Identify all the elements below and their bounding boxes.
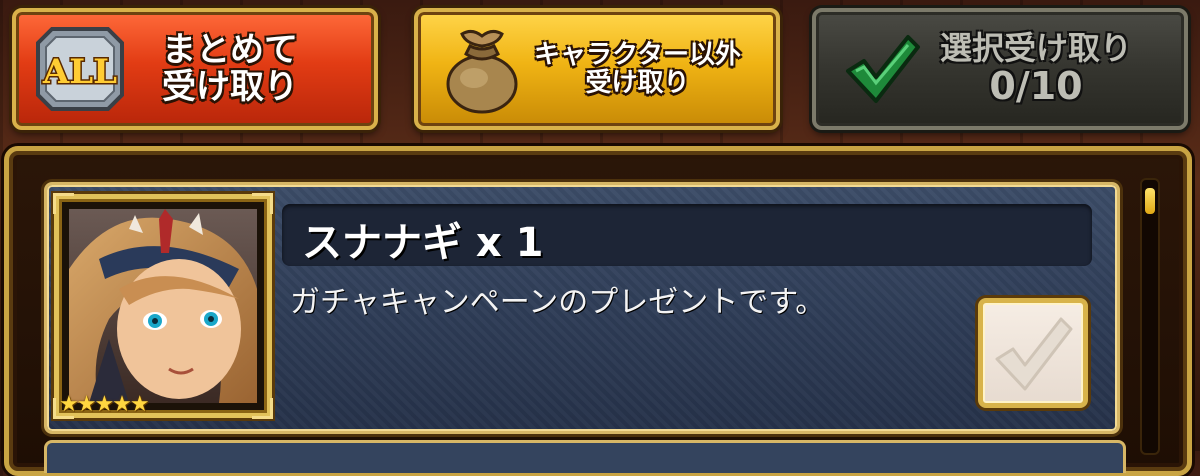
collect-all-button[interactable]: ALL まとめて 受け取り: [12, 8, 378, 130]
collect-selected-button[interactable]: 選択受け取り 0/10: [812, 8, 1188, 130]
collect-non-character-label-line1: キャラクター以外: [534, 39, 741, 70]
character-portrait-image: [69, 209, 257, 403]
rarity-stars: ★★★★★: [59, 392, 150, 417]
present-list-scrollbar[interactable]: [1140, 178, 1160, 455]
checkmark-icon: [842, 31, 922, 107]
money-bag-icon: [440, 24, 524, 114]
selected-count: 0/10: [989, 63, 1083, 108]
character-portrait: ★★★★★: [53, 193, 273, 419]
frame-corner-ornament: [252, 193, 273, 214]
frame-corner-ornament: [252, 398, 273, 419]
next-present-item-card[interactable]: [44, 440, 1126, 473]
frame-corner-ornament: [53, 193, 74, 214]
item-description: ガチャキャンペーンのプレゼントです。: [290, 285, 826, 320]
item-name: スナナギ x 1: [302, 220, 544, 266]
item-select-checkbox[interactable]: [978, 298, 1088, 408]
collect-non-character-button[interactable]: キャラクター以外 受け取り: [414, 8, 780, 130]
collect-non-character-label-line2: 受け取り: [585, 68, 690, 98]
collect-all-label-line2: 受け取り: [162, 67, 298, 107]
all-badge-icon: ALL: [32, 21, 128, 117]
checkmark-icon: [995, 317, 1073, 391]
collect-all-label-line1: まとめて: [162, 30, 298, 71]
svg-text:ALL: ALL: [42, 52, 117, 92]
scrollbar-thumb[interactable]: [1145, 188, 1155, 214]
collect-selected-label: 選択受け取り: [940, 29, 1133, 68]
item-name-bar: スナナギ x 1: [282, 204, 1092, 266]
